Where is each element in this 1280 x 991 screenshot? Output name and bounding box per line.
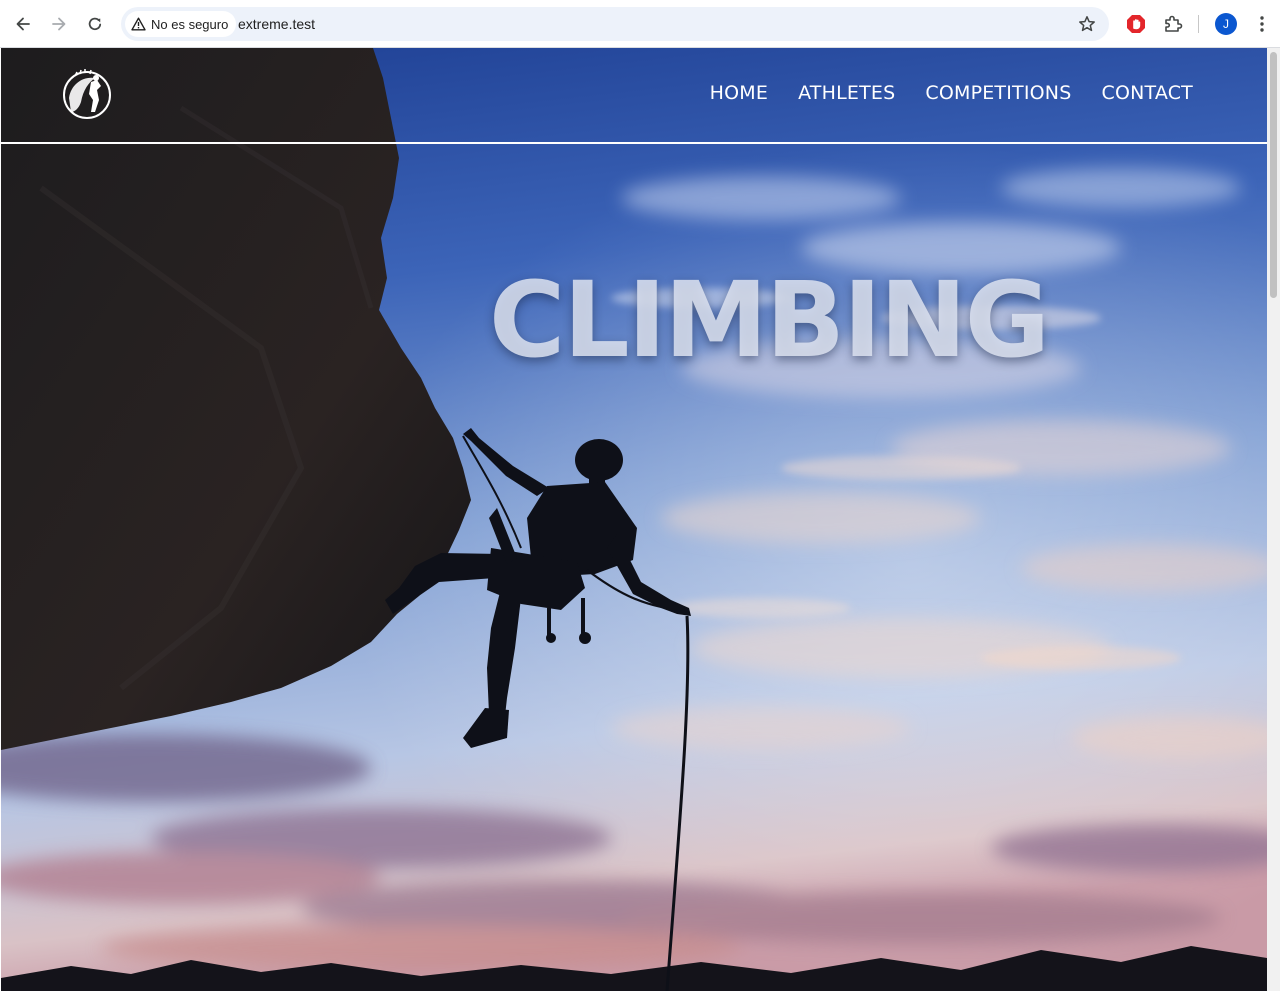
main-navigation: HOME ATHLETES COMPETITIONS CONTACT [710,82,1193,104]
address-bar[interactable]: No es seguro extreme.test [121,7,1109,41]
nav-link-home[interactable]: HOME [710,82,768,104]
climber-emblem-icon[interactable] [61,68,113,120]
nav-link-athletes[interactable]: ATHLETES [798,82,895,104]
toolbar-divider [1198,15,1199,33]
puzzle-piece-icon [1165,15,1183,32]
reload-button[interactable] [79,8,111,40]
browser-menu-button[interactable] [1250,12,1274,36]
arrow-left-icon [16,17,30,31]
site-header: HOME ATHLETES COMPETITIONS CONTACT [1,48,1267,144]
warning-triangle-icon [131,17,146,31]
forward-button[interactable] [43,8,75,40]
reload-icon [88,17,102,31]
browser-toolbar: No es seguro extreme.test J [0,0,1280,48]
adblock-extension-button[interactable] [1124,12,1148,36]
red-hand-stop-icon [1127,15,1145,33]
site-security-chip[interactable]: No es seguro [125,11,237,37]
hero-title: CLIMBING [489,258,1050,381]
page-viewport: HOME ATHLETES COMPETITIONS CONTACT CLIMB… [1,48,1267,991]
nav-link-competitions[interactable]: COMPETITIONS [925,82,1071,104]
profile-avatar[interactable]: J [1215,13,1237,35]
arrow-right-icon [52,17,66,31]
security-label: No es seguro [151,16,229,32]
page-scrollbar[interactable] [1267,48,1280,991]
extensions-button[interactable] [1161,12,1185,36]
nav-link-contact[interactable]: CONTACT [1101,82,1193,104]
back-button[interactable] [7,8,39,40]
url-text[interactable]: extreme.test [238,16,315,32]
vertical-dots-icon [1260,16,1264,32]
scrollbar-thumb[interactable] [1270,52,1277,298]
hero-background-image [1,48,1267,991]
star-outline-icon [1079,16,1095,32]
bookmark-button[interactable] [1075,12,1099,36]
